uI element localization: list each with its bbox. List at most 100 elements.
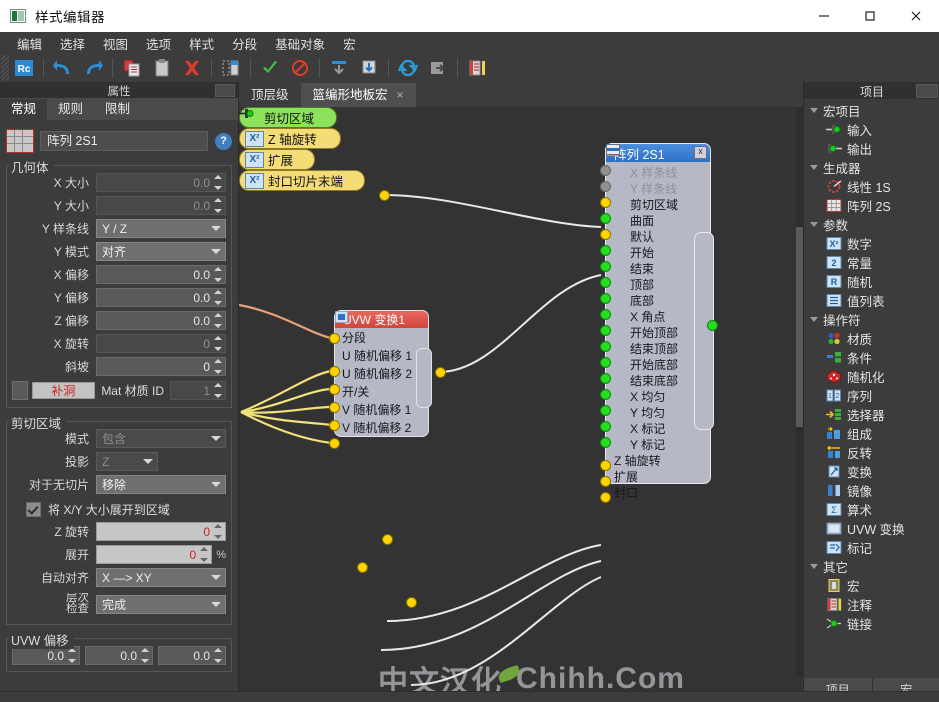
checkbox-expand-to-region[interactable] xyxy=(26,502,41,517)
object-name-field[interactable]: 阵列 2S1 xyxy=(40,131,208,151)
spinner-y-size[interactable] xyxy=(214,198,223,213)
tree-item-selector[interactable]: 选择器 xyxy=(804,405,939,424)
close-icon[interactable]: x xyxy=(694,146,707,159)
port-uvw-u-random-1-in[interactable] xyxy=(329,366,340,377)
toolbar-grip[interactable] xyxy=(1,55,9,81)
spinner-uvw-v[interactable] xyxy=(141,648,150,663)
input-x-rotate[interactable]: 0 xyxy=(96,334,226,353)
port-array-end[interactable] xyxy=(600,261,611,272)
menu-item-base-object[interactable]: 基础对象 xyxy=(266,32,334,55)
input-expand[interactable]: 0 xyxy=(96,545,212,564)
spinner-uvw-u[interactable] xyxy=(68,648,77,663)
input-x-offset[interactable]: 0.0 xyxy=(96,265,226,284)
port-uvw-segment-in[interactable] xyxy=(329,333,340,344)
node-uvw-header[interactable]: UVW 变换1 xyxy=(335,311,428,328)
port-uvw-v-random-2-in[interactable] xyxy=(329,438,340,449)
port-param-expand-out[interactable] xyxy=(357,562,368,573)
port-array-x-mark[interactable] xyxy=(600,421,611,432)
tree-item-linear-1s[interactable]: 线性 1S xyxy=(804,177,939,196)
node-uvw-row[interactable]: 分段 xyxy=(335,328,428,346)
port-array-end-bottom[interactable] xyxy=(600,373,611,384)
port-array-top[interactable] xyxy=(600,277,611,288)
menu-item-view[interactable]: 视图 xyxy=(94,32,137,55)
port-array-x-corner[interactable] xyxy=(600,309,611,320)
select-projection[interactable]: Z xyxy=(96,452,158,471)
spinner-z-rotate[interactable] xyxy=(214,524,223,539)
spinner-x-offset[interactable] xyxy=(214,267,223,282)
node-uvw-transform[interactable]: UVW 变换1 分段 U 随机偏移 1 U 随机偏移 2 开/关 V 随机偏移 … xyxy=(334,310,429,437)
tree-item-transform[interactable]: 变换 xyxy=(804,462,939,481)
tree-item-number[interactable]: X² 数字 xyxy=(804,234,939,253)
spinner-expand[interactable] xyxy=(200,547,209,562)
select-y-mode[interactable]: 对齐 xyxy=(96,242,226,261)
menu-item-style[interactable]: 样式 xyxy=(180,32,223,55)
tree-item-mark[interactable]: 标记 xyxy=(804,538,939,557)
select-auto-align[interactable]: X —> XY xyxy=(96,568,226,587)
delete-button[interactable] xyxy=(179,55,205,81)
tree-item-comment[interactable]: 注释 xyxy=(804,595,939,614)
copy-button[interactable] xyxy=(119,55,145,81)
project-header-button[interactable] xyxy=(916,84,938,98)
node-uvw-row[interactable]: U 随机偏移 2 xyxy=(335,364,428,382)
port-array-x-spline[interactable] xyxy=(600,165,611,176)
minimize-button[interactable] xyxy=(801,0,847,32)
node-array-row-y-spline[interactable]: Y 样条线 xyxy=(606,180,710,196)
close-icon[interactable]: × xyxy=(397,88,404,102)
report-button[interactable] xyxy=(464,55,490,81)
input-z-offset[interactable]: 0.0 xyxy=(96,311,226,330)
spinner-y-offset[interactable] xyxy=(214,290,223,305)
redo-button[interactable] xyxy=(80,55,106,81)
menu-item-macro[interactable]: 宏 xyxy=(334,32,365,55)
input-y-size[interactable]: 0.0 xyxy=(96,196,226,215)
refresh-button[interactable] xyxy=(395,55,421,81)
menu-item-edit[interactable]: 编辑 xyxy=(8,32,51,55)
export-button[interactable] xyxy=(425,55,451,81)
material-swatch[interactable] xyxy=(12,381,28,400)
port-array-start-top[interactable] xyxy=(600,325,611,336)
tree-item-link[interactable]: 链接 xyxy=(804,614,939,633)
tree-group-operators[interactable]: 操作符 xyxy=(804,310,939,329)
select-no-slice[interactable]: 移除 xyxy=(96,475,226,494)
tree-item-compose[interactable]: 组成 xyxy=(804,424,939,443)
cancel-button[interactable] xyxy=(287,55,313,81)
properties-header-button[interactable] xyxy=(215,84,235,97)
tree-group-parameters[interactable]: 参数 xyxy=(804,215,939,234)
port-array-y-mark[interactable] xyxy=(600,437,611,448)
spinner-material-id[interactable] xyxy=(214,383,223,398)
spinner-slope[interactable] xyxy=(214,359,223,374)
port-array-surface[interactable] xyxy=(600,213,611,224)
maximize-button[interactable] xyxy=(847,0,893,32)
select-mode[interactable]: 包含 xyxy=(96,429,226,448)
tree-item-mirror[interactable]: 镜像 xyxy=(804,481,939,500)
port-array-default[interactable] xyxy=(600,229,611,240)
input-slope[interactable]: 0 xyxy=(96,357,226,376)
node-array-row-cap[interactable]: 封口 xyxy=(606,484,710,500)
input-uvw-w[interactable]: 0.0 xyxy=(158,646,226,665)
input-material-id[interactable]: 1 xyxy=(170,381,226,400)
spinner-x-rotate[interactable] xyxy=(214,336,223,351)
node-array-2s1[interactable]: 阵列 2S1 x X 样条线 Y 样条线 剪切区域 曲面 xyxy=(605,143,711,484)
node-array-row-x-spline[interactable]: X 样条线 xyxy=(606,164,710,180)
tree-item-macro[interactable]: 宏 xyxy=(804,576,939,595)
port-array-start[interactable] xyxy=(600,245,611,256)
port-uvw-out[interactable] xyxy=(435,367,446,378)
node-array-row-cut-region[interactable]: 剪切区域 xyxy=(606,196,710,212)
input-z-rotate[interactable]: 0 xyxy=(96,522,226,541)
tree-item-value-list[interactable]: 值列表 xyxy=(804,291,939,310)
tab-general[interactable]: 常规 xyxy=(0,99,47,120)
tree-item-condition[interactable]: 条件 xyxy=(804,348,939,367)
port-array-start-bottom[interactable] xyxy=(600,357,611,368)
help-icon[interactable]: ? xyxy=(215,133,232,150)
port-array-cut-region[interactable] xyxy=(600,197,611,208)
tree-group-generators[interactable]: 生成器 xyxy=(804,158,939,177)
port-array-bottom[interactable] xyxy=(600,293,611,304)
port-array-z-rotate[interactable] xyxy=(600,460,611,471)
tree-item-array-2s[interactable]: 阵列 2S xyxy=(804,196,939,215)
port-uvw-u-random-2-in[interactable] xyxy=(329,384,340,395)
tree-item-uvw-transform[interactable]: UVW 变换 xyxy=(804,519,939,538)
spinner-uvw-w[interactable] xyxy=(214,648,223,663)
tab-top-level[interactable]: 顶层级 xyxy=(239,83,301,107)
paste-button[interactable] xyxy=(149,55,175,81)
port-uvw-onoff-in[interactable] xyxy=(329,402,340,413)
port-array-end-top[interactable] xyxy=(600,341,611,352)
